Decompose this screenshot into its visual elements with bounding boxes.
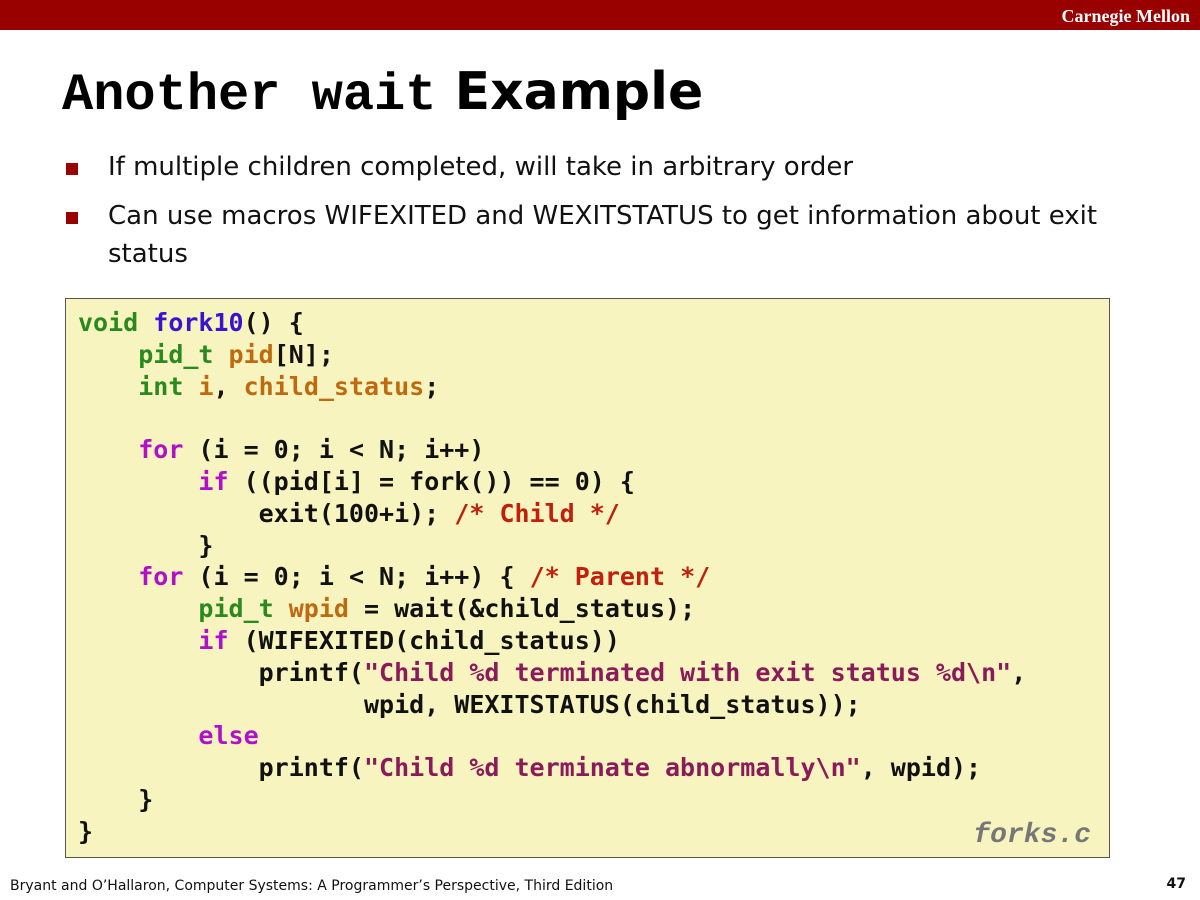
code-token: else	[198, 721, 259, 751]
code-token: [N];	[273, 339, 334, 369]
code-token: () {	[243, 308, 304, 337]
code-line: for (i = 0; i < N; i++) { /* Parent */	[78, 562, 710, 591]
bullet-item: If multiple children completed, will tak…	[62, 148, 1142, 186]
square-bullet-icon	[66, 163, 78, 175]
code-token: printf(	[78, 753, 364, 783]
code-line: pid_t wpid = wait(&child_status);	[78, 594, 695, 623]
code-token: }	[78, 784, 154, 814]
code-line: if (WIFEXITED(child_status))	[78, 625, 620, 655]
bullet-list: If multiple children completed, will tak…	[62, 148, 1142, 284]
code-token: exit(100+i);	[78, 498, 455, 528]
code-token: printf(	[78, 657, 364, 687]
bullet-text: If multiple children completed, will tak…	[108, 152, 854, 182]
code-token: void	[78, 308, 154, 337]
slide-title-code: Another wait	[62, 66, 437, 125]
code-token: , wpid);	[860, 753, 982, 783]
page-number: 47	[1166, 876, 1186, 892]
code-token: pid_t	[138, 339, 229, 369]
code-token: }	[78, 816, 94, 846]
footer-citation: Bryant and O’Hallaron, Computer Systems:…	[10, 878, 614, 894]
code-token: "Child %d terminated with exit status %d…	[363, 657, 1012, 687]
code-token: }	[78, 530, 214, 560]
code-box: void fork10() { pid_t pid[N]; int i, chi…	[65, 298, 1110, 858]
code-token: if	[198, 466, 229, 496]
code-token: for	[138, 562, 184, 592]
code-token: if	[198, 625, 229, 655]
bullet-item: Can use macros WIFEXITED and WEXITSTATUS…	[62, 197, 1142, 273]
code-token: wpid	[288, 594, 349, 624]
code-line: }	[78, 785, 153, 814]
code-token: (i = 0; i < N; i++) {	[183, 562, 530, 592]
code-line: void fork10() {	[78, 308, 304, 337]
code-token: (i = 0; i < N; i++)	[183, 435, 485, 465]
code-token: child_status	[243, 371, 425, 401]
code-token: "Child %d terminate abnormally\n"	[363, 753, 861, 783]
code-line: for (i = 0; i < N; i++)	[78, 435, 484, 464]
code-line: printf("Child %d terminate abnormally\n"…	[78, 753, 982, 783]
slide-title-text: Example	[454, 62, 704, 122]
code-token: pid	[228, 339, 274, 369]
code-token: ((pid[i] = fork()) == 0) {	[228, 466, 635, 496]
code-line: }	[78, 817, 93, 846]
code-token: /* Child */	[454, 498, 620, 528]
code-token: pid_t	[198, 594, 289, 624]
code-line: printf("Child %d terminated with exit st…	[78, 657, 1027, 687]
code-token: ,	[1011, 657, 1027, 687]
top-banner: Carnegie Mellon	[0, 0, 1200, 30]
code-token: i	[198, 371, 214, 401]
code-token: = wait(&child_status);	[348, 594, 696, 624]
code-line: exit(100+i); /* Child */	[78, 499, 620, 528]
code-token: /* Parent */	[529, 562, 711, 592]
bullet-text: Can use macros WIFEXITED and WEXITSTATUS…	[108, 201, 1098, 269]
code-listing: void fork10() { pid_t pid[N]; int i, chi…	[78, 307, 1026, 848]
slide-title: Another wait Example	[62, 62, 703, 125]
code-line: if ((pid[i] = fork()) == 0) {	[78, 467, 635, 496]
code-token: ;	[424, 371, 440, 401]
code-token: for	[138, 435, 184, 465]
brand-label: Carnegie Mellon	[1061, 6, 1190, 26]
code-line: pid_t pid[N];	[78, 340, 334, 369]
code-filename: forks.c	[973, 820, 1091, 851]
code-token: wpid, WEXITSTATUS(child_status));	[78, 689, 861, 719]
code-line: else	[78, 721, 259, 751]
code-line: int i, child_status;	[78, 372, 439, 401]
code-token: (WIFEXITED(child_status))	[228, 625, 620, 655]
code-token: ,	[213, 371, 244, 401]
code-line: }	[78, 531, 213, 560]
code-token: int	[138, 371, 199, 401]
square-bullet-icon	[66, 212, 78, 224]
code-line: wpid, WEXITSTATUS(child_status));	[78, 690, 861, 719]
code-token: fork10	[153, 308, 244, 337]
